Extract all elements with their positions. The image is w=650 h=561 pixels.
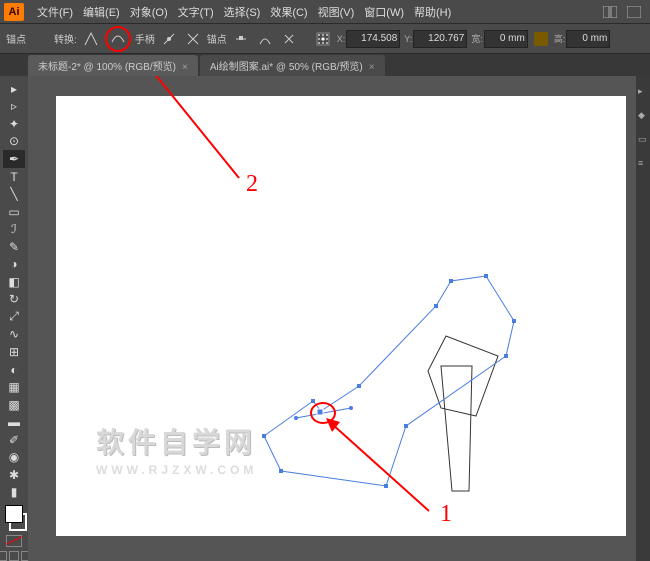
menu-file[interactable]: 文件(F) [32,4,78,20]
pencil-tool[interactable]: ✎ [3,238,25,256]
pen-tool[interactable]: ✒ [3,150,25,168]
menu-help[interactable]: 帮助(H) [409,4,456,20]
control-bar: 锚点 转换: 手柄 锚点 X: Y: 宽: 高: [0,24,650,54]
perspective-tool[interactable]: ▦ [3,378,25,396]
tab-label: 未标题-2* @ 100% (RGB/预览) [38,62,176,73]
handle-hide-icon[interactable] [183,29,203,49]
annotation-arrow-1 [324,416,444,526]
draw-normal-icon[interactable] [0,551,7,561]
shape-builder-tool[interactable]: ◐ [3,361,25,379]
handle-show-icon[interactable] [159,29,179,49]
menu-edit[interactable]: 编辑(E) [78,4,125,20]
gradient-tool[interactable]: ▬ [3,413,25,431]
direct-selection-tool[interactable]: ▹ [3,98,25,116]
x-input[interactable] [346,30,400,48]
connect-anchor-icon[interactable] [255,29,275,49]
anchors-label: 锚点 [207,31,227,46]
tab-doc-1[interactable]: 未标题-2* @ 100% (RGB/预览) × [28,55,198,76]
eyedropper-tool[interactable]: ✐ [3,431,25,449]
remove-anchor-icon[interactable] [231,29,251,49]
none-swatch[interactable] [6,535,22,547]
annotation-arrow-2 [114,76,264,198]
document-tab-bar: 未标题-2* @ 100% (RGB/预览) × Ai绘制图案.ai* @ 50%… [0,54,650,76]
width-tool[interactable]: ∿ [3,326,25,344]
convert-corner-icon[interactable] [81,29,101,49]
magic-wand-tool[interactable]: ✦ [3,115,25,133]
rotate-tool[interactable]: ↻ [3,291,25,309]
menu-type[interactable]: 文字(T) [173,4,219,20]
panel-icon[interactable]: ≡ [638,158,648,168]
w-input[interactable] [484,30,528,48]
menu-bar: Ai 文件(F) 编辑(E) 对象(O) 文字(T) 选择(S) 效果(C) 视… [0,0,650,24]
rectangle-tool[interactable]: ▭ [3,203,25,221]
fill-swatch[interactable] [5,505,23,523]
line-tool[interactable]: ╲ [3,185,25,203]
menu-effect[interactable]: 效果(C) [265,4,312,20]
h-label: 高: [554,32,566,45]
link-wh-icon[interactable] [534,32,548,46]
y-input[interactable] [413,30,467,48]
close-icon[interactable]: × [369,62,375,73]
anchor-point-label: 锚点 [6,31,26,46]
close-icon[interactable]: × [182,62,188,73]
canvas-area[interactable]: 软件自学网 WWW.RJZXW.COM [28,76,636,561]
panel-icon[interactable]: ▸ [638,86,648,96]
y-label: Y: [404,34,412,44]
cut-path-icon[interactable] [279,29,299,49]
free-transform-tool[interactable]: ⊞ [3,343,25,361]
menu-view[interactable]: 视图(V) [313,4,360,20]
w-label: 宽: [471,32,483,45]
panel-icon[interactable]: ▭ [638,134,648,144]
workspace-icon[interactable] [625,4,643,20]
symbol-sprayer-tool[interactable]: ✱ [3,466,25,484]
toolbox: ▸▹✦⊙✒T╲▭ℐ✎◑◧↻⤢∿⊞◐▦▩▬✐◉✱▮ [0,76,28,561]
convert-label: 转换: [54,31,77,46]
tab-doc-2[interactable]: Ai绘制图案.ai* @ 50% (RGB/预览) × [200,55,385,76]
lasso-tool[interactable]: ⊙ [3,133,25,151]
blend-tool[interactable]: ◉ [3,448,25,466]
app-logo: Ai [4,3,24,21]
tab-label: Ai绘制图案.ai* @ 50% (RGB/预览) [210,62,363,73]
handle-label: 手柄 [135,31,155,46]
eraser-tool[interactable]: ◧ [3,273,25,291]
panel-icon[interactable]: ◆ [638,110,648,120]
menu-window[interactable]: 窗口(W) [359,4,409,20]
menu-object[interactable]: 对象(O) [125,4,173,20]
selection-tool[interactable]: ▸ [3,80,25,98]
h-input[interactable] [566,30,610,48]
convert-smooth-icon[interactable] [105,26,131,52]
type-tool[interactable]: T [3,168,25,186]
annotation-label-1: 1 [440,501,452,528]
panel-dock: ▸ ◆ ▭ ≡ [636,76,650,561]
arrange-docs-icon[interactable] [601,4,619,20]
column-graph-tool[interactable]: ▮ [3,484,25,502]
blob-brush-tool[interactable]: ◑ [3,255,25,273]
paintbrush-tool[interactable]: ℐ [3,220,25,238]
draw-behind-icon[interactable] [9,551,19,561]
annotation-label-2: 2 [246,171,258,198]
x-label: X: [337,34,346,44]
mesh-tool[interactable]: ▩ [3,396,25,414]
menu-select[interactable]: 选择(S) [219,4,266,20]
reference-point-icon[interactable] [313,29,333,49]
scale-tool[interactable]: ⤢ [3,308,25,326]
